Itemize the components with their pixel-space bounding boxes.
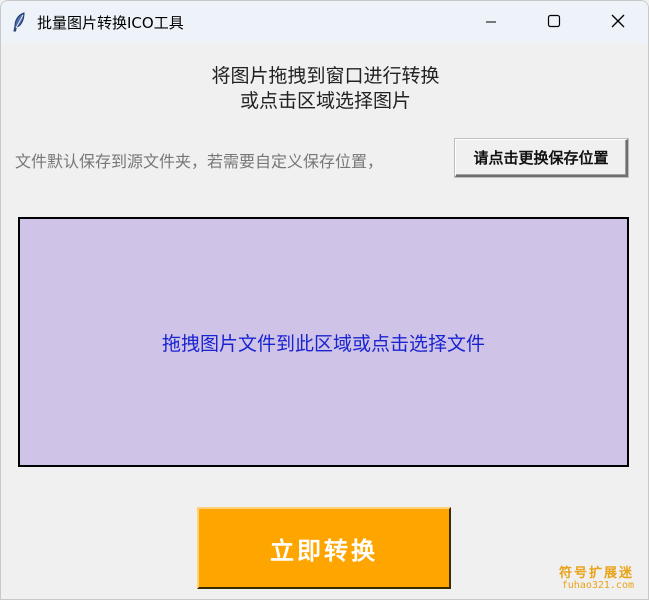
instruction-line-1: 将图片拖拽到窗口进行转换 <box>211 65 440 87</box>
title-bar[interactable]: 批量图片转换ICO工具 <box>1 1 648 43</box>
instruction-line-2: 或点击区域选择图片 <box>239 90 411 112</box>
change-save-location-button[interactable]: 请点击更换保存位置 <box>455 139 628 177</box>
close-button[interactable] <box>587 1 648 43</box>
convert-now-button[interactable]: 立即转换 <box>197 507 451 589</box>
app-window: 批量图片转换ICO工具 将图片拖拽到窗口进行转换 或点击区域选择图片 文件默认保… <box>0 0 649 600</box>
watermark-url: fuhao321.com <box>561 580 634 591</box>
window-title: 批量图片转换ICO工具 <box>37 14 184 32</box>
save-location-note: 文件默认保存到源文件夹，若需要自定义保存位置， <box>15 152 384 171</box>
maximize-icon <box>547 13 561 32</box>
watermark-title: 符号扩展迷 <box>558 566 634 581</box>
minimize-icon <box>485 13 497 32</box>
minimize-button[interactable] <box>460 1 522 43</box>
feather-icon <box>12 12 26 32</box>
drop-zone-label: 拖拽图片文件到此区域或点击选择文件 <box>161 332 485 355</box>
close-icon <box>611 13 625 32</box>
maximize-button[interactable] <box>523 1 585 43</box>
image-drop-zone[interactable]: 拖拽图片文件到此区域或点击选择文件 <box>18 217 629 467</box>
